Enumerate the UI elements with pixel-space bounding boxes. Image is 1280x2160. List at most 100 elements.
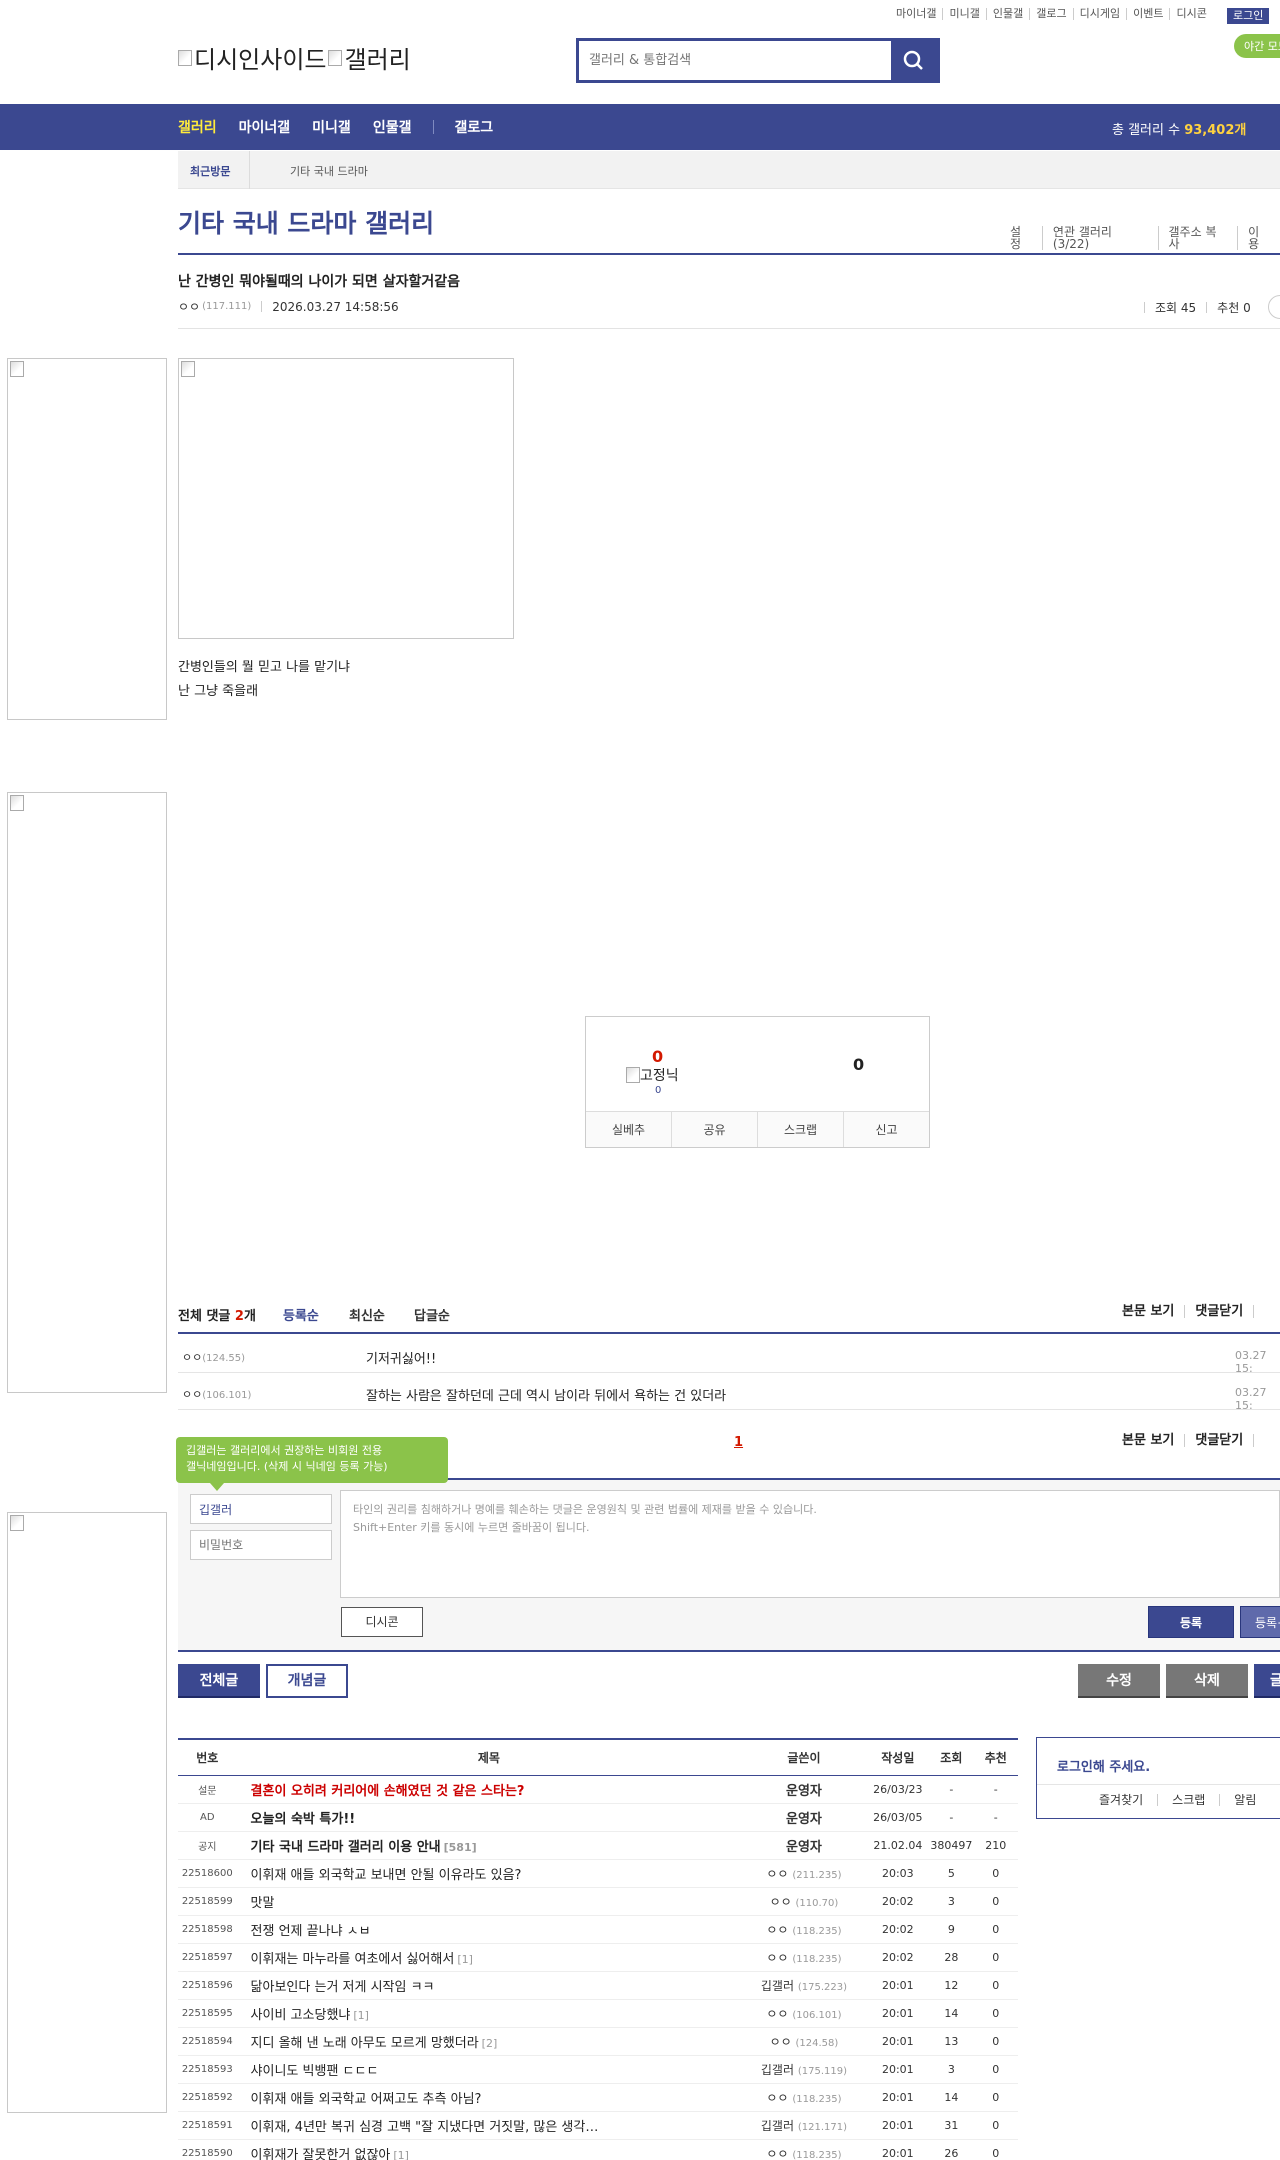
gallery-tool-link[interactable]: 설정	[1000, 226, 1042, 250]
comment-nick[interactable]: ㅇㅇ(106.101)	[182, 1386, 251, 1402]
view-body-link[interactable]: 본문 보기	[1122, 1305, 1184, 1318]
silbechu-button[interactable]: 실베추	[586, 1112, 671, 1147]
top-nav-link[interactable]: 인물갤	[985, 8, 1029, 20]
ad-banner-left[interactable]	[7, 1512, 167, 2113]
search-input[interactable]	[579, 41, 891, 80]
post-writer[interactable]: 깁갤러 (121.171)	[741, 2111, 867, 2140]
top-nav-link[interactable]: 디시게임	[1072, 8, 1126, 20]
post-writer[interactable]: ㅇㅇ (118.235)	[741, 1915, 867, 1944]
post-writer[interactable]: ㅇㅇ (118.235)	[741, 1943, 867, 1972]
sort-reply[interactable]: 답글순	[414, 1305, 450, 1324]
top-nav-link[interactable]: 디시콘	[1169, 8, 1212, 20]
reply-count[interactable]: [1]	[353, 2009, 369, 2022]
nickname-input[interactable]	[190, 1494, 332, 1524]
post-image[interactable]	[178, 358, 514, 639]
recent-visit-bar: 최근방문 기타 국내 드라마	[178, 151, 1280, 189]
top-nav-link[interactable]: 갤로그	[1029, 8, 1072, 20]
post-writer[interactable]: 깁갤러 (175.119)	[741, 2055, 867, 2084]
post-subject-text: 이휘재 애들 외국학교 어쩌고도 추측 아님?	[250, 2091, 482, 2107]
more-options-button[interactable]	[1268, 295, 1280, 319]
ad-banner-left[interactable]	[7, 792, 167, 1393]
post-subject[interactable]: 결혼이 오히려 커리어에 손해였던 것 같은 스타는?	[236, 1775, 742, 1804]
reply-count[interactable]: [1]	[393, 2149, 409, 2160]
post-subject[interactable]: 맛말	[236, 1887, 742, 1916]
post-subject[interactable]: 이휘재, 4년만 복귀 심경 고백 "잘 지냈다면 거짓말, 많은 생각…	[236, 2111, 742, 2140]
post-subject[interactable]: 닮아보인다 는거 저게 시작임 ㅋㅋ	[236, 1971, 742, 2000]
gallery-tool-link[interactable]: 연관 갤러리(3/22)	[1041, 226, 1158, 250]
post-writer[interactable]: 운영자	[741, 1775, 867, 1804]
gallery-title[interactable]: 기타 국내 드라마 갤러리	[178, 204, 434, 240]
post-subject[interactable]: 지디 올해 낸 노래 아무도 모르게 망했더라 [2]	[236, 2027, 742, 2056]
post-writer[interactable]: ㅇㅇ (106.101)	[741, 1999, 867, 2028]
reply-count[interactable]: [2]	[482, 2037, 498, 2050]
favorites-link[interactable]: 즐겨찾기	[1085, 1794, 1157, 1806]
post-writer[interactable]: 운영자	[741, 1831, 867, 1860]
write-button[interactable]: 글쓰기	[1254, 1664, 1280, 1698]
comment-textarea[interactable]: 타인의 권리를 침해하거나 명예를 훼손하는 댓글은 운영원칙 및 관련 법률에…	[340, 1490, 1280, 1598]
search-button[interactable]	[891, 41, 937, 80]
post-writer[interactable]: ㅇㅇ (211.235)	[741, 1859, 867, 1888]
main-nav-item[interactable]: 갤러리	[178, 117, 217, 137]
post-subject[interactable]: 이휘재가 잘못한거 없잖아 [1]	[236, 2139, 742, 2160]
reply-count[interactable]: [1]	[457, 1953, 473, 1966]
site-logo[interactable]: 디시인사이드 갤러리	[178, 40, 411, 75]
comment-nick[interactable]: ㅇㅇ(124.55)	[182, 1349, 245, 1365]
all-posts-button[interactable]: 전체글	[178, 1664, 260, 1698]
top-nav-link[interactable]: 마이너갤	[890, 8, 942, 20]
gallery-tool-link[interactable]: 갤주소 복사	[1157, 226, 1238, 250]
post-subject[interactable]: 이휘재 애들 외국학교 어쩌고도 추측 아님?	[236, 2083, 742, 2112]
submit-comment-button[interactable]: 등록	[1148, 1606, 1234, 1638]
post-writer[interactable]: 깁갤러 (175.223)	[741, 1971, 867, 2000]
fixed-nick-recommend[interactable]: 고정닉	[626, 1065, 679, 1085]
login-prompt[interactable]: 로그인해 주세요.	[1057, 1756, 1150, 1775]
edit-button[interactable]: 수정	[1078, 1664, 1160, 1698]
login-button[interactable]: 로그인	[1227, 8, 1270, 24]
comment-page-number[interactable]: 1	[734, 1435, 743, 1450]
night-mode-toggle[interactable]: 야간 모드	[1234, 34, 1280, 58]
gallery-tool-link[interactable]: 이용	[1237, 226, 1280, 250]
main-nav-item[interactable]: 갤로그	[454, 117, 493, 137]
delete-button[interactable]: 삭제	[1166, 1664, 1248, 1698]
report-button[interactable]: 신고	[843, 1112, 929, 1147]
dccon-button[interactable]: 디시콘	[341, 1607, 423, 1637]
sort-latest[interactable]: 최신순	[349, 1305, 385, 1324]
ad-banner-left[interactable]	[7, 358, 167, 720]
sort-registered[interactable]: 등록순	[283, 1305, 319, 1324]
recommend-down-count[interactable]: 0	[853, 1055, 864, 1074]
post-subject[interactable]: 이휘재 애들 외국학교 보내면 안될 이유라도 있음?	[236, 1859, 742, 1888]
scrap-button[interactable]: 스크랩	[757, 1112, 843, 1147]
reply-count[interactable]: [581]	[444, 1841, 477, 1854]
post-subject[interactable]: 오늘의 숙박 특가!!	[236, 1803, 742, 1832]
post-writer[interactable]: ㅇㅇ (124.58)	[741, 2027, 867, 2056]
post-subject[interactable]: 전쟁 언제 끝나냐 ㅅㅂ	[236, 1915, 742, 1944]
post-subject[interactable]: 사이비 고소당했냐 [1]	[236, 1999, 742, 2028]
post-subject[interactable]: 기타 국내 드라마 갤러리 이용 안내 [581]	[236, 1831, 742, 1860]
main-nav-item[interactable]: 인물갤	[373, 117, 412, 137]
share-button[interactable]: 공유	[671, 1112, 757, 1147]
recommend-up-count[interactable]: 0	[652, 1047, 663, 1066]
close-comments-link[interactable]: 댓글닫기	[1184, 1305, 1253, 1318]
column-header: 제목	[236, 1738, 742, 1776]
best-posts-button[interactable]: 개념글	[266, 1664, 348, 1698]
main-nav-item[interactable]: 미니갤	[312, 117, 351, 137]
writer-name: ㅇㅇ	[766, 2090, 789, 2105]
post-writer[interactable]: ㅇㅇ (110.70)	[741, 1887, 867, 1916]
main-nav-item[interactable]: 마이너갤	[239, 117, 291, 137]
top-nav-link[interactable]: 미니갤	[942, 8, 985, 20]
close-comments-link[interactable]: 댓글닫기	[1184, 1434, 1253, 1447]
view-body-link[interactable]: 본문 보기	[1122, 1434, 1184, 1447]
password-input[interactable]	[190, 1530, 332, 1560]
post-number: 22518599	[178, 1887, 237, 1916]
top-nav-link[interactable]: 이벤트	[1126, 8, 1169, 20]
gallery-logo-alt: 갤러리	[344, 46, 411, 74]
recent-visit-item[interactable]: 기타 국내 드라마	[290, 163, 368, 179]
notification-link[interactable]: 알림	[1219, 1794, 1270, 1806]
post-writer[interactable]: 운영자	[741, 1803, 867, 1832]
post-subject[interactable]: 샤이니도 빅뱅팬 ㄷㄷㄷ	[236, 2055, 742, 2084]
submit-recommend-button[interactable]: 등록+	[1240, 1606, 1280, 1638]
post-writer[interactable]: ㅇㅇ (118.235)	[741, 2083, 867, 2112]
post-author[interactable]: ㅇㅇ	[178, 298, 200, 315]
scrap-link[interactable]: 스크랩	[1157, 1794, 1219, 1806]
post-writer[interactable]: ㅇㅇ (118.235)	[741, 2139, 867, 2160]
post-subject[interactable]: 이휘재는 마누라를 여초에서 싫어해서 [1]	[236, 1943, 742, 1972]
